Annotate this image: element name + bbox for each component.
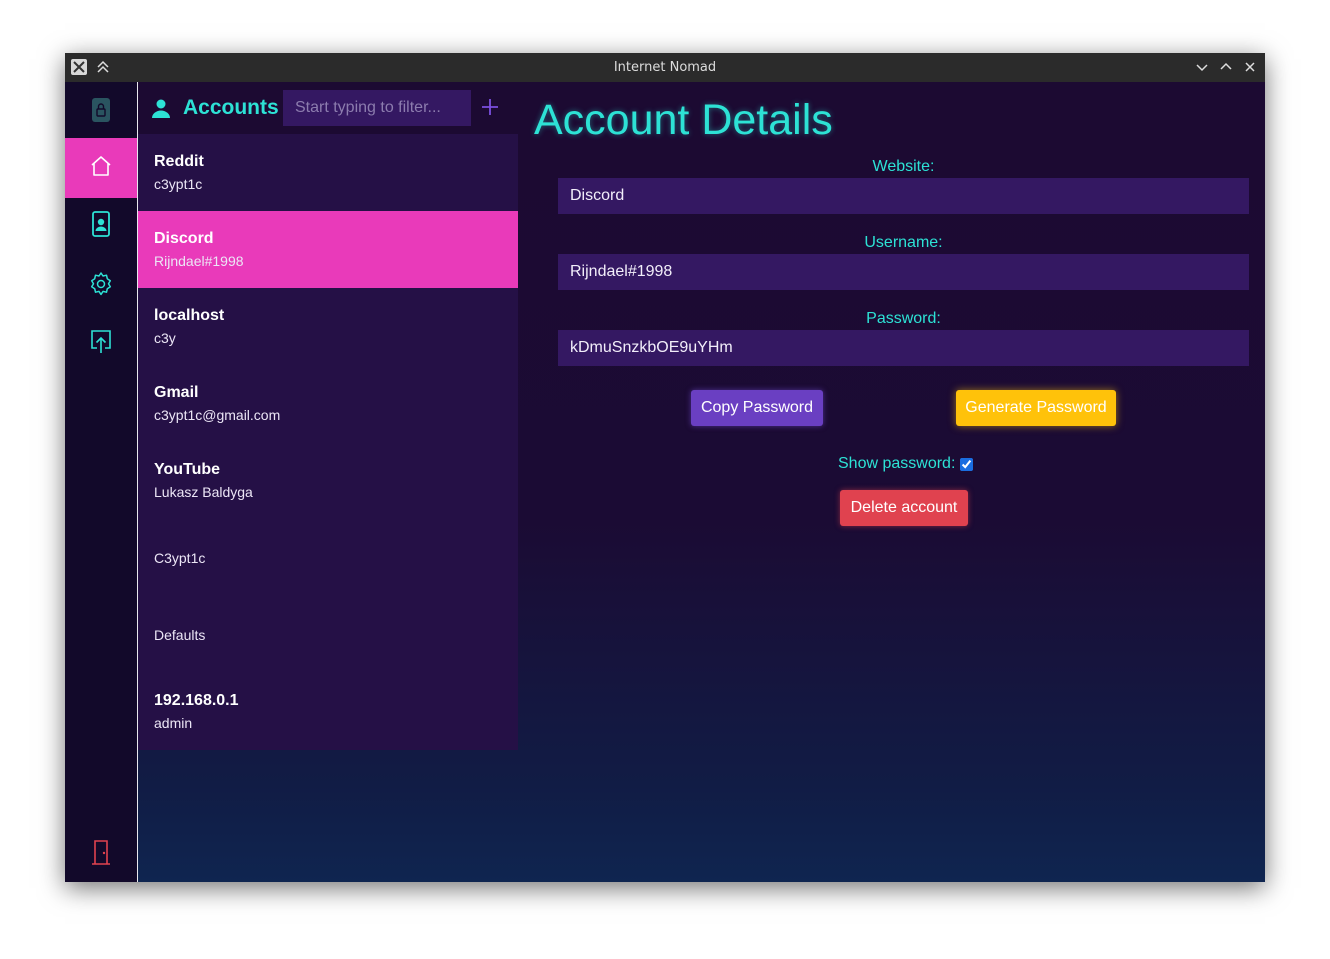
accounts-list: Reddit c3ypt1c Discord Rijndael#1998 localho… — [138, 134, 518, 750]
close-icon[interactable] — [1242, 59, 1258, 75]
username-label: Username: — [864, 234, 943, 251]
nav-contacts-button[interactable] — [65, 196, 137, 256]
generate-password-button[interactable]: Generate Password — [956, 390, 1116, 426]
account-list-item[interactable]: Defaults — [138, 596, 518, 673]
password-field[interactable] — [558, 330, 1249, 366]
account-website: Gmail — [154, 383, 199, 401]
nav-export-button[interactable] — [65, 314, 137, 374]
account-website: Discord — [154, 229, 214, 247]
app-window: Internet Nomad Accounts Start typing to … — [65, 53, 1265, 882]
app-content: Accounts Reddit c3ypt1c Discord Rijndael#19… — [65, 82, 1265, 882]
account-username: C3ypt1c — [154, 549, 206, 566]
account-list-item[interactable]: Reddit c3ypt1c — [138, 134, 518, 211]
username-field[interactable] — [558, 254, 1249, 290]
accounts-panel: Accounts Reddit c3ypt1c Discord Rijndael#19… — [138, 82, 518, 882]
show-password-checkbox[interactable] — [960, 457, 974, 471]
account-username: c3ypt1c@gmail.com — [154, 406, 281, 423]
add-account-button[interactable] — [481, 98, 499, 116]
account-website: 192.168.0.1 — [154, 691, 239, 709]
account-list-item[interactable]: Discord Rijndael#1998 — [138, 211, 518, 288]
website-field[interactable] — [558, 178, 1249, 214]
account-username: Defaults — [154, 626, 206, 643]
nav-settings-button[interactable] — [65, 256, 137, 316]
upload-icon — [90, 329, 112, 359]
password-label: Password: — [866, 310, 941, 327]
account-list-item[interactable]: YouTube Lukasz Baldyga — [138, 442, 518, 519]
account-username: c3ypt1c — [154, 175, 203, 192]
maximize-icon[interactable] — [1218, 59, 1234, 75]
account-website: YouTube — [154, 460, 221, 478]
account-username: admin — [154, 714, 193, 731]
nav-lock-button[interactable] — [65, 82, 137, 142]
account-details: Account Details Website: Username: Passw… — [518, 82, 1265, 882]
gear-icon — [88, 271, 114, 301]
show-password-toggle[interactable]: Show password: — [838, 454, 974, 474]
title-bar: Internet Nomad — [65, 53, 1265, 82]
nav-home-button[interactable] — [65, 138, 137, 198]
copy-password-button[interactable]: Copy Password — [691, 390, 823, 426]
account-list-item[interactable]: Gmail c3ypt1c@gmail.com — [138, 365, 518, 442]
home-icon — [89, 154, 113, 182]
delete-account-button[interactable]: Delete account — [840, 490, 968, 526]
website-label: Website: — [872, 158, 935, 175]
account-list-item[interactable]: 192.168.0.1 admin — [138, 673, 518, 750]
account-website: localhost — [154, 306, 225, 324]
plus-icon — [482, 99, 498, 115]
contact-card-icon — [91, 211, 111, 241]
nav-exit-button[interactable] — [65, 824, 137, 884]
account-username: c3y — [154, 329, 176, 346]
show-password-label: Show password: — [838, 455, 956, 472]
accounts-title: Accounts — [183, 96, 279, 119]
nav-sidebar — [65, 82, 138, 882]
account-username: Rijndael#1998 — [154, 252, 244, 269]
account-list-item[interactable]: localhost c3y — [138, 288, 518, 365]
user-icon — [151, 98, 171, 122]
window-title: Internet Nomad — [613, 60, 717, 75]
page-title: Account Details — [534, 96, 833, 144]
minimize-icon[interactable] — [1194, 59, 1210, 75]
account-username: Lukasz Baldyga — [154, 483, 253, 500]
lock-icon — [91, 97, 111, 127]
account-website: Reddit — [154, 152, 204, 170]
accounts-header: Accounts — [138, 82, 518, 134]
account-list-item[interactable]: C3ypt1c — [138, 519, 518, 596]
filter-input[interactable] — [283, 90, 471, 126]
exit-door-icon — [91, 839, 111, 869]
